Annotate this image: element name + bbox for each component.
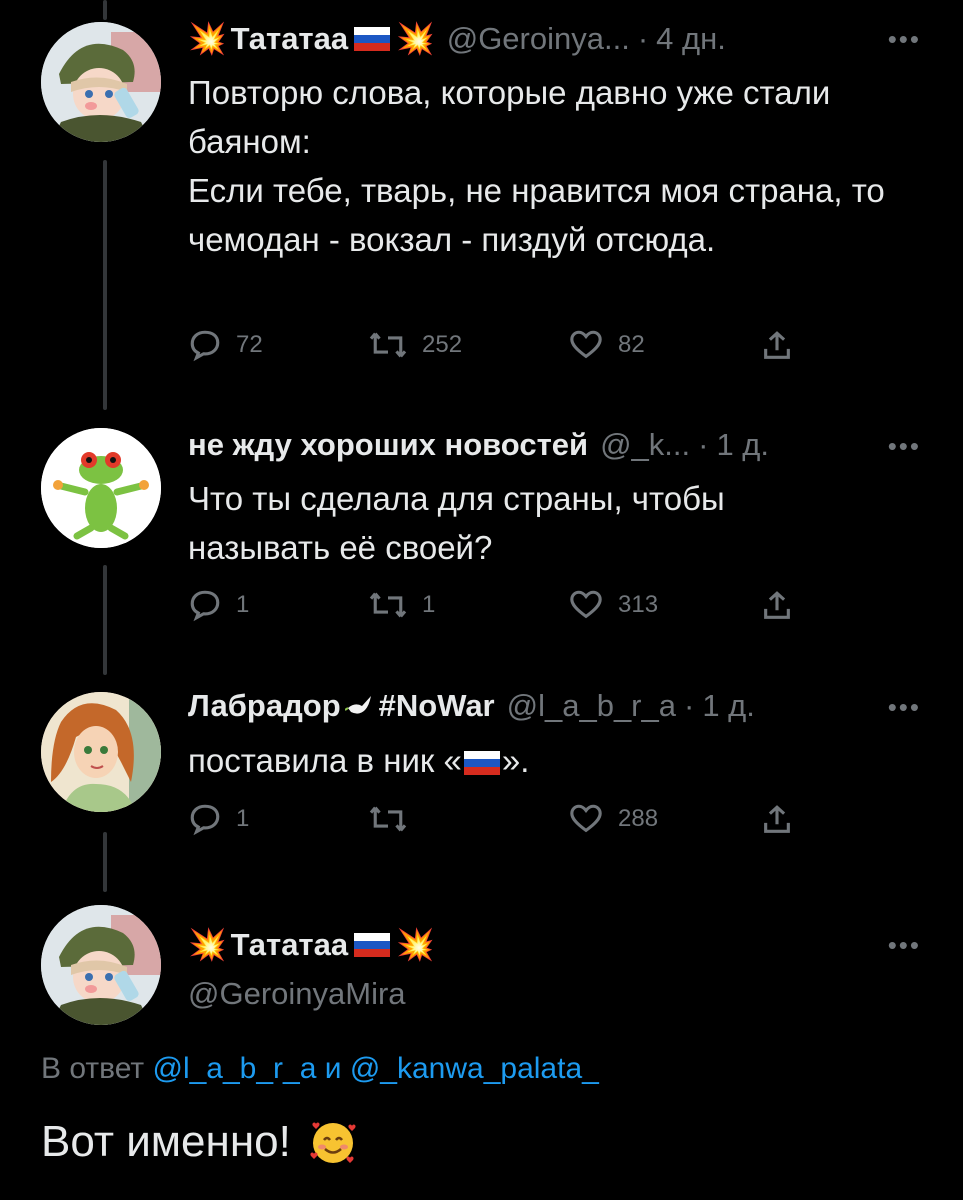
retweet-icon — [369, 592, 407, 618]
sparkle-icon: 💥 — [396, 21, 435, 56]
tweet-header: Лабрадор #NoWar @l_a_b_r_a · 1 д. — [188, 688, 755, 724]
thread-line — [103, 832, 107, 892]
tweet-text: Повторю слова, которые давно уже стали б… — [188, 74, 885, 258]
russia-flag-icon — [463, 751, 500, 776]
nowar-hashtag[interactable]: #NoWar — [379, 688, 495, 724]
tweet-text: поставила в ник « ». — [188, 736, 928, 785]
author-name: 💥 Тататаа 💥 — [188, 926, 435, 963]
timestamp[interactable]: 1 д. — [702, 688, 755, 724]
handle[interactable]: @Geroinya... — [447, 21, 630, 57]
retweet-button[interactable] — [368, 802, 422, 836]
timestamp[interactable]: 4 дн. — [656, 21, 726, 57]
retweet-count: 1 — [422, 591, 436, 618]
dove-icon — [344, 696, 371, 714]
tweet-text-part: поставила в ник « — [188, 742, 462, 779]
share-icon — [764, 591, 790, 619]
avatar[interactable] — [41, 22, 161, 142]
more-icon[interactable]: ••• — [888, 431, 921, 462]
avatar[interactable] — [41, 692, 161, 812]
reply-prefix: В ответ — [41, 1052, 145, 1085]
sparkle-icon: 💥 — [188, 927, 227, 962]
more-icon[interactable]: ••• — [888, 930, 921, 961]
author-handle: @GeroinyaMira — [188, 976, 406, 1012]
retweet-icon — [369, 332, 407, 358]
like-button[interactable]: 313 — [568, 588, 658, 622]
separator-dot: · — [698, 427, 709, 462]
share-icon — [764, 805, 790, 833]
timestamp[interactable]: 1 д. — [716, 427, 769, 463]
heart-icon — [570, 330, 602, 359]
reply-context: В ответ @l_a_b_r_a и @_kanwa_palata_ — [41, 1052, 599, 1086]
reply-icon — [190, 590, 220, 622]
smiling-face-with-hearts-icon — [310, 1122, 356, 1163]
like-button[interactable]: 82 — [568, 328, 645, 362]
separator-dot: · — [684, 688, 695, 723]
tweet-text: Вот именно! — [41, 1117, 291, 1166]
more-icon[interactable]: ••• — [888, 24, 921, 55]
share-button[interactable] — [760, 328, 794, 364]
thread-line — [103, 160, 107, 410]
tweet-actions: 1 1 313 — [188, 588, 808, 628]
avatar[interactable] — [41, 428, 161, 548]
mention-link[interactable]: @l_a_b_r_a — [152, 1052, 316, 1085]
more-icon[interactable]: ••• — [888, 692, 921, 723]
retweet-button[interactable]: 1 — [368, 588, 435, 622]
retweet-count: 252 — [422, 331, 463, 358]
heart-icon — [570, 590, 602, 619]
reply-icon — [190, 804, 220, 836]
heart-icon — [570, 804, 602, 833]
reply-count: 1 — [236, 805, 250, 832]
tweet-actions: 1 288 — [188, 802, 808, 842]
share-button[interactable] — [760, 588, 794, 624]
handle[interactable]: @GeroinyaMira — [188, 976, 406, 1012]
reply-icon — [190, 330, 220, 362]
tweet-text-part: ». — [501, 742, 530, 779]
mention-link[interactable]: @_kanwa_palata_ — [350, 1052, 599, 1085]
sparkle-icon: 💥 — [396, 927, 435, 962]
main-tweet-text: Вот именно! — [41, 1116, 359, 1168]
share-icon — [764, 331, 790, 359]
russia-flag-icon — [354, 26, 391, 51]
russia-flag-icon — [354, 932, 391, 957]
like-count: 288 — [618, 805, 659, 832]
reply-count: 72 — [236, 331, 263, 358]
display-name[interactable]: Тататаа — [231, 21, 349, 57]
share-button[interactable] — [760, 802, 794, 838]
retweet-icon — [369, 806, 407, 832]
tweet-actions: 72 252 82 — [188, 328, 808, 368]
display-name[interactable]: Тататаа — [231, 927, 349, 963]
reply-count: 1 — [236, 591, 250, 618]
avatar[interactable] — [41, 905, 161, 1025]
like-count: 313 — [618, 591, 659, 618]
sparkle-icon: 💥 — [188, 21, 227, 56]
reply-button[interactable]: 1 — [188, 802, 249, 836]
handle[interactable]: @_k... — [600, 427, 690, 463]
like-button[interactable]: 288 — [568, 802, 658, 836]
reply-button[interactable]: 1 — [188, 588, 249, 622]
thread-line — [103, 0, 107, 20]
separator-dot: · — [637, 20, 649, 56]
display-name[interactable]: Лабрадор — [188, 688, 341, 724]
tweet-header: не жду хороших новостей @_k... · 1 д. — [188, 427, 769, 463]
like-count: 82 — [618, 331, 645, 358]
reply-button[interactable]: 72 — [188, 328, 263, 362]
tweet-header: 💥 не жду хороших новостей Тататаа 💥 @Ger… — [188, 20, 726, 57]
tweet-text: Что ты сделала для страны, чтобы называт… — [188, 480, 725, 566]
thread-line — [103, 565, 107, 675]
handle[interactable]: @l_a_b_r_a — [507, 688, 676, 724]
display-name[interactable]: не жду хороших новостей — [188, 427, 588, 463]
retweet-button[interactable]: 252 — [368, 328, 462, 362]
reply-conjunction: и — [324, 1052, 342, 1085]
